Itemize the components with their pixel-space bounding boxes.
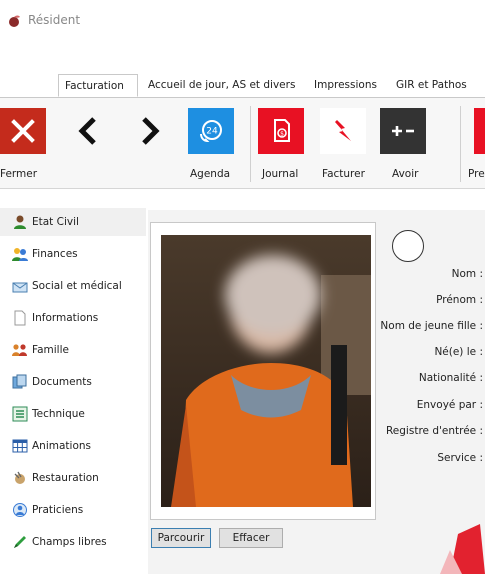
- sidebar-item-praticiens[interactable]: Praticiens: [0, 496, 146, 524]
- sidebar-item-finances[interactable]: Finances: [0, 240, 146, 268]
- agenda-button-label: Agenda: [190, 168, 231, 180]
- ribbon-tabs: Facturation Accueil de jour, AS et diver…: [0, 74, 485, 98]
- tab-accueil-de-jour[interactable]: Accueil de jour, AS et divers: [142, 74, 301, 97]
- close-icon: [0, 108, 46, 154]
- person-icon: [14, 215, 26, 229]
- resident-photo-frame: [150, 222, 376, 520]
- people-money-icon: [12, 248, 28, 261]
- envelope-icon: [12, 282, 28, 293]
- tab-impressions[interactable]: Impressions: [308, 74, 383, 97]
- prenom-label: Prénom :: [436, 294, 483, 306]
- ribbon-toolbar: Fermer 24 Agenda $ Journal Facturer Avoi…: [0, 98, 485, 189]
- sidebar-item-label: Technique: [32, 408, 85, 420]
- documents-icon: [12, 374, 27, 389]
- date-naissance-label: Né(e) le :: [434, 346, 483, 358]
- credit-note-button[interactable]: Avoir: [380, 108, 428, 184]
- sidebar-item-social-medical[interactable]: Social et médical: [0, 272, 146, 300]
- calendar-grid-icon: [12, 439, 28, 453]
- chevron-right-icon: [126, 108, 172, 154]
- previous-button[interactable]: [66, 108, 112, 184]
- chevron-left-icon: [66, 108, 112, 154]
- truncated-button-label: Pre: [468, 168, 485, 180]
- sidebar-item-label: Famille: [32, 344, 69, 356]
- plus-minus-icon: [380, 108, 426, 154]
- close-button-label: Fermer: [0, 168, 38, 180]
- ribbon-separator: [250, 106, 251, 182]
- tab-facturation[interactable]: Facturation: [58, 74, 138, 97]
- sidebar-item-animations[interactable]: Animations: [0, 432, 146, 460]
- clear-photo-button[interactable]: Effacer: [219, 528, 283, 548]
- ribbon-separator: [460, 106, 461, 182]
- svg-text:24: 24: [206, 127, 218, 137]
- agenda-button[interactable]: 24 Agenda: [186, 108, 236, 184]
- sidebar-item-label: Social et médical: [32, 280, 122, 292]
- status-circle[interactable]: [392, 230, 424, 262]
- journal-button[interactable]: $ Journal: [258, 108, 304, 184]
- next-button[interactable]: [126, 108, 172, 184]
- sidebar-item-label: Informations: [32, 312, 99, 324]
- journal-button-label: Journal: [262, 168, 299, 180]
- sidebar-item-documents[interactable]: Documents: [0, 368, 146, 396]
- journal-icon: $: [258, 108, 304, 154]
- sidebar-item-label: Praticiens: [32, 504, 84, 516]
- invoice-button-label: Facturer: [322, 168, 365, 180]
- agenda-24h-icon: 24: [188, 108, 234, 154]
- registre-entree-label: Registre d'entrée :: [385, 425, 483, 437]
- list-icon: [12, 406, 28, 422]
- family-icon: [12, 344, 27, 356]
- sidebar-item-etat-civil[interactable]: Etat Civil: [0, 208, 146, 236]
- truncated-button[interactable]: Pre: [468, 108, 485, 184]
- resident-photo: [161, 235, 371, 507]
- nom-jeune-fille-label: Nom de jeune fille :: [380, 320, 483, 332]
- svg-text:$: $: [280, 131, 284, 138]
- sidebar-item-label: Champs libres: [32, 536, 107, 548]
- tab-gir-et-pathos[interactable]: GIR et Pathos: [390, 74, 473, 97]
- credit-note-button-label: Avoir: [392, 168, 419, 180]
- window-title: Résident: [28, 13, 81, 27]
- sidebar: Etat Civil Finances Social et médical In…: [0, 208, 146, 574]
- practitioners-icon: [13, 503, 27, 517]
- sidebar-item-label: Animations: [32, 440, 92, 452]
- envoye-par-label: Envoyé par :: [416, 399, 483, 411]
- sidebar-item-restauration[interactable]: Restauration: [0, 464, 146, 492]
- sidebar-item-famille[interactable]: Famille: [0, 336, 146, 364]
- lightning-icon: [320, 108, 366, 154]
- browse-button[interactable]: Parcourir: [151, 528, 211, 548]
- sidebar-item-label: Finances: [32, 248, 78, 260]
- sidebar-item-technique[interactable]: Technique: [0, 400, 146, 428]
- title-bar: Résident: [0, 0, 485, 40]
- sidebar-item-label: Etat Civil: [32, 216, 79, 228]
- app-icon: [9, 15, 20, 27]
- invoice-button[interactable]: Facturer: [318, 108, 368, 184]
- decorative-shape-icon: [440, 524, 485, 574]
- food-icon: [14, 471, 25, 484]
- nationalite-label: Nationalité :: [418, 372, 483, 384]
- service-label: Service :: [437, 452, 483, 464]
- truncated-icon: [474, 108, 485, 154]
- sidebar-item-informations[interactable]: Informations: [0, 304, 146, 332]
- sidebar-item-label: Documents: [32, 376, 92, 388]
- sidebar-item-label: Restauration: [32, 472, 99, 484]
- close-button[interactable]: Fermer: [0, 108, 46, 184]
- document-icon: [14, 310, 26, 326]
- sidebar-item-champs-libres[interactable]: Champs libres: [0, 528, 146, 556]
- nom-label: Nom :: [451, 268, 483, 280]
- pen-icon: [14, 536, 26, 548]
